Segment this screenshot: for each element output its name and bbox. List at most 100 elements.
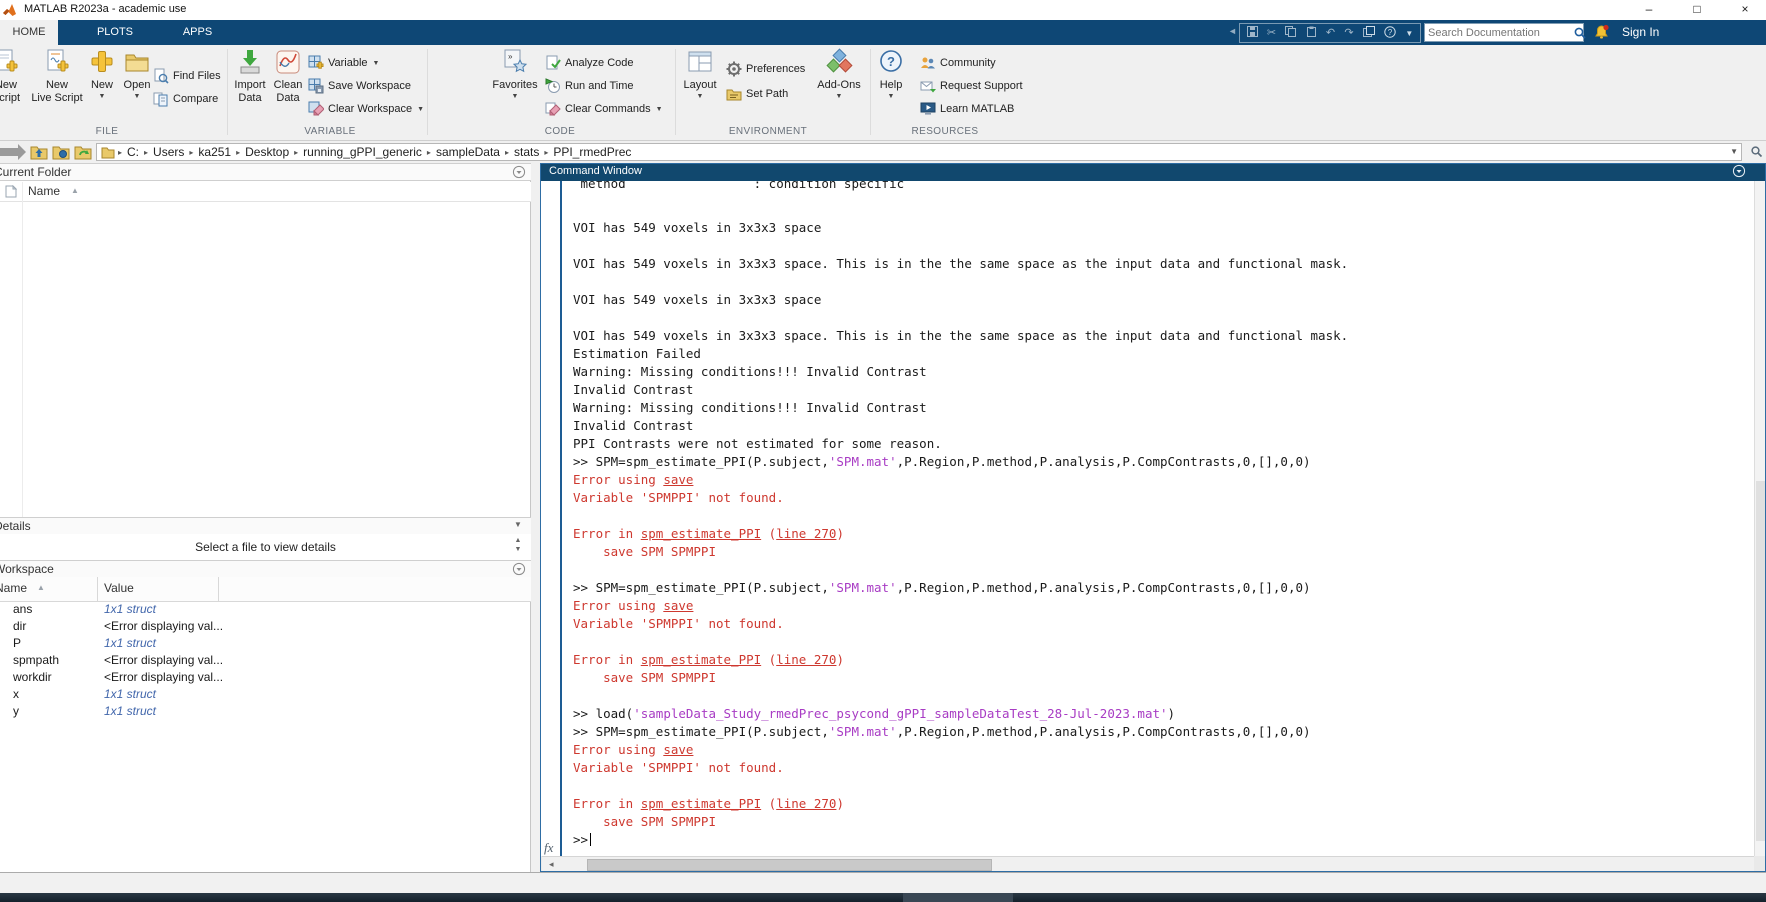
error-hyperlink[interactable]: save xyxy=(663,742,693,757)
command-window-output[interactable]: method : condition specific VOI has 549 … xyxy=(562,181,1754,856)
compare-button[interactable]: Compare xyxy=(153,90,218,108)
clean-data-button[interactable]: Clean Data xyxy=(268,48,308,105)
workspace-column-divider[interactable] xyxy=(218,577,219,601)
workspace-row[interactable]: ans1x1 struct xyxy=(0,601,531,618)
breadcrumb-segment[interactable]: ka251 xyxy=(196,145,233,159)
community-button[interactable]: Community xyxy=(920,54,996,72)
breadcrumb-segment[interactable]: stats xyxy=(512,145,541,159)
new-window-icon[interactable] xyxy=(1363,26,1375,40)
clear-commands-button[interactable]: Clear Commands ▼ xyxy=(545,100,663,118)
search-icon[interactable] xyxy=(1573,26,1587,40)
ribbon-section-variable: VARIABLE xyxy=(270,126,390,137)
notification-bell-icon[interactable] xyxy=(1593,24,1610,40)
analyze-code-button[interactable]: Analyze Code xyxy=(545,54,634,72)
console-line xyxy=(573,273,1754,291)
minimize-button[interactable]: – xyxy=(1632,0,1666,19)
browse-folder-icon[interactable] xyxy=(52,144,70,160)
error-hyperlink[interactable]: line 270 xyxy=(776,652,836,667)
add-ons-button[interactable]: Add-Ons ▼ xyxy=(812,48,866,100)
set-path-button[interactable]: Set Path xyxy=(726,85,788,103)
find-files-button[interactable]: Find Files xyxy=(153,67,221,85)
breadcrumb-separator-icon: ▸ xyxy=(141,148,151,157)
command-window-horizontal-scrollbar[interactable]: ◂ xyxy=(542,856,1754,871)
current-folder-column-header[interactable]: Name ▲ xyxy=(0,182,531,202)
workspace-row[interactable]: workdir<Error displaying val... xyxy=(0,669,531,686)
breadcrumb-separator-icon: ▸ xyxy=(233,148,243,157)
qat-more-icon[interactable]: ▼ xyxy=(1405,28,1413,39)
favorites-button[interactable]: » Favorites ▼ xyxy=(492,48,538,100)
new-script-button[interactable]: New Script xyxy=(0,48,28,105)
error-hyperlink[interactable]: spm_estimate_PPI xyxy=(641,796,761,811)
close-button[interactable]: × xyxy=(1728,0,1762,19)
workspace-row[interactable]: P1x1 struct xyxy=(0,635,531,652)
redo-icon[interactable]: ↷ xyxy=(1344,28,1353,39)
workspace-column-divider[interactable] xyxy=(97,577,98,601)
up-folder-icon[interactable] xyxy=(30,144,48,160)
breadcrumb-segment[interactable]: running_gPPI_generic xyxy=(301,145,424,159)
error-hyperlink[interactable]: spm_estimate_PPI xyxy=(641,652,761,667)
command-prompt-line[interactable]: >> xyxy=(573,831,1754,849)
copy-icon[interactable] xyxy=(1285,26,1296,40)
breadcrumb-caret-icon[interactable]: ▼ xyxy=(1730,147,1738,156)
quick-access-toolbar: ✂ ↶ ↷ ? ▼ xyxy=(1239,23,1421,43)
refresh-folder-icon[interactable] xyxy=(74,144,92,160)
horizontal-scroll-thumb[interactable] xyxy=(587,859,992,871)
breadcrumb-segment[interactable]: Desktop xyxy=(243,145,291,159)
run-and-time-button[interactable]: Run and Time xyxy=(545,77,633,95)
error-hyperlink[interactable]: save xyxy=(663,472,693,487)
cut-icon[interactable]: ✂ xyxy=(1267,28,1276,39)
save-workspace-button[interactable]: Save Workspace xyxy=(308,77,411,95)
open-button[interactable]: Open ▼ xyxy=(119,48,155,100)
workspace-row[interactable]: y1x1 struct xyxy=(0,703,531,720)
tab-apps[interactable]: APPS xyxy=(160,20,235,45)
workspace-row[interactable]: spmpath<Error displaying val... xyxy=(0,652,531,669)
workspace-row[interactable]: x1x1 struct xyxy=(0,686,531,703)
learn-matlab-button[interactable]: Learn MATLAB xyxy=(920,100,1014,118)
error-hyperlink[interactable]: line 270 xyxy=(776,526,836,541)
variable-name: x xyxy=(13,687,19,701)
error-hyperlink[interactable]: line 270 xyxy=(776,796,836,811)
command-window-header[interactable]: Command Window xyxy=(541,163,1766,181)
error-hyperlink[interactable]: spm_estimate_PPI xyxy=(641,526,761,541)
sign-in-link[interactable]: Sign In xyxy=(1622,25,1659,39)
request-support-button[interactable]: Request Support xyxy=(920,77,1023,95)
layout-button[interactable]: Layout ▼ xyxy=(680,48,720,100)
workspace-menu-icon[interactable] xyxy=(512,562,526,576)
paste-icon[interactable] xyxy=(1306,26,1317,40)
breadcrumb-segment[interactable]: C: xyxy=(125,145,141,159)
tab-home[interactable]: HOME xyxy=(0,20,58,45)
workspace-column-header[interactable]: Name ▲ Value xyxy=(0,577,531,602)
details-panel-header[interactable]: Details ▼ xyxy=(0,517,531,535)
error-hyperlink[interactable]: save xyxy=(663,598,693,613)
undo-icon[interactable]: ↶ xyxy=(1326,28,1335,39)
clear-workspace-button[interactable]: Clear Workspace ▼ xyxy=(308,100,424,118)
breadcrumb-segment[interactable]: sampleData xyxy=(434,145,502,159)
details-spinner[interactable]: ▲▼ xyxy=(511,536,525,556)
back-icon[interactable] xyxy=(0,144,8,160)
maximize-button[interactable]: □ xyxy=(1680,0,1714,19)
analyze-code-icon xyxy=(545,55,561,71)
new-live-script-button[interactable]: New Live Script xyxy=(30,48,84,105)
workspace-row[interactable]: dir<Error displaying val... xyxy=(0,618,531,635)
help-button[interactable]: ? Help ▼ xyxy=(868,48,914,100)
help-circle-icon[interactable]: ? xyxy=(1384,26,1396,41)
console-line: >> SPM=spm_estimate_PPI(P.subject,'SPM.m… xyxy=(573,453,1754,471)
command-window-vertical-scrollbar[interactable] xyxy=(1754,181,1766,856)
preferences-button[interactable]: Preferences xyxy=(726,60,805,78)
save-icon[interactable] xyxy=(1247,26,1258,40)
variable-button[interactable]: Variable ▼ xyxy=(308,54,379,72)
current-folder-menu-icon[interactable] xyxy=(512,165,526,179)
import-data-button[interactable]: Import Data xyxy=(228,48,272,105)
vertical-scroll-thumb[interactable] xyxy=(1756,481,1765,841)
command-window-menu-icon[interactable] xyxy=(1732,164,1746,178)
breadcrumb-segment[interactable]: PPI_rmedPrec xyxy=(551,145,633,159)
tab-plots[interactable]: PLOTS xyxy=(75,20,155,45)
scroll-left-icon[interactable]: ◂ xyxy=(549,859,554,870)
details-collapse-icon[interactable]: ▼ xyxy=(514,520,522,529)
panel-splitter[interactable] xyxy=(531,163,541,872)
search-documentation-input[interactable] xyxy=(1425,27,1573,39)
forward-icon[interactable] xyxy=(8,144,26,160)
breadcrumb-segment[interactable]: Users xyxy=(151,145,186,159)
new-button[interactable]: New ▼ xyxy=(84,48,120,100)
address-search-icon[interactable] xyxy=(1750,145,1763,158)
